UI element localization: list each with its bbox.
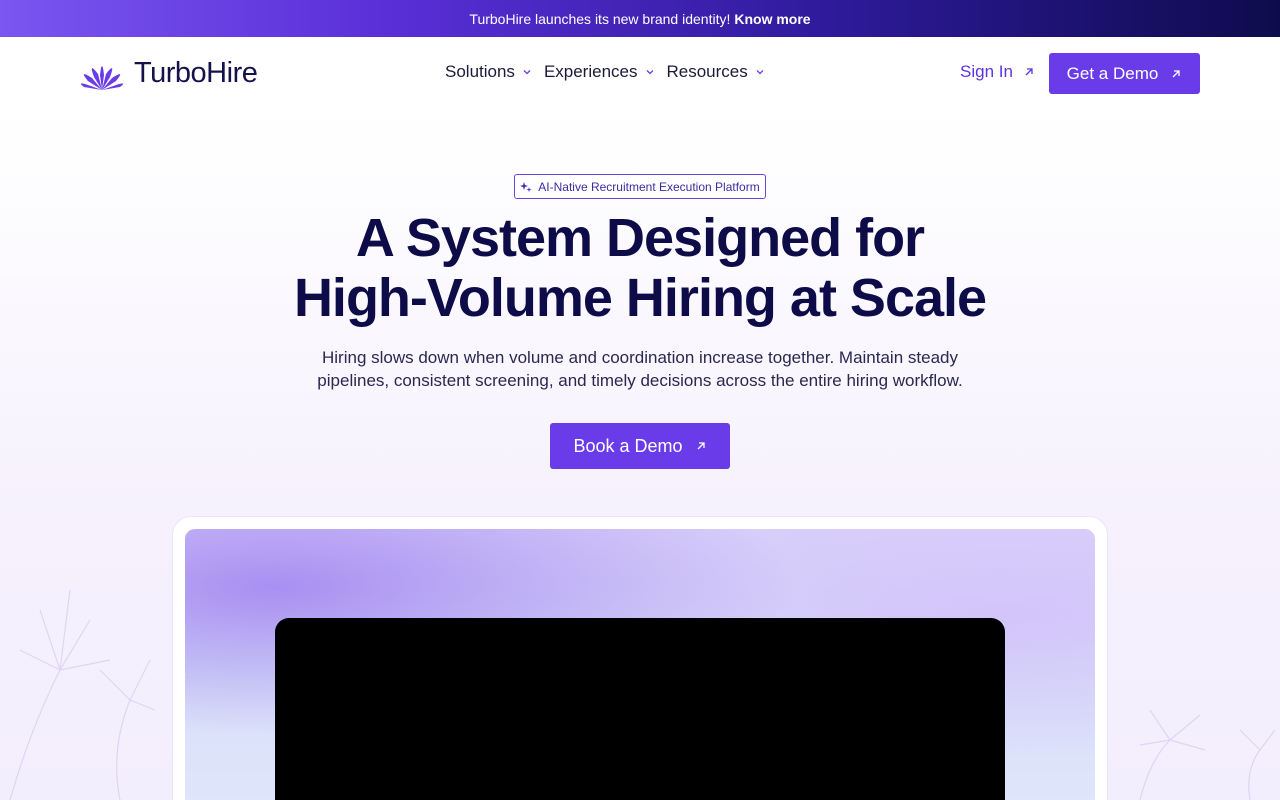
sign-in-link[interactable]: Sign In [960, 62, 1035, 82]
chevron-down-icon [646, 70, 653, 75]
arrow-up-right-icon [1025, 68, 1033, 76]
menu-resources[interactable]: Resources [667, 62, 765, 82]
menu-experiences[interactable]: Experiences [544, 62, 655, 82]
dandelion-decoration-icon [1139, 709, 1276, 800]
arrow-up-right-icon [697, 442, 705, 450]
get-demo-label: Get a Demo [1066, 63, 1159, 83]
platform-badge-text: AI-Native Recruitment Execution Platform [538, 179, 760, 194]
subtitle-line-1: Hiring slows down when volume and coordi… [322, 348, 958, 367]
sign-in-label: Sign In [960, 62, 1013, 81]
get-demo-button[interactable]: Get a Demo [1049, 53, 1200, 94]
title-line-2: High-Volume Hiring at Scale [293, 268, 987, 328]
burst-logo-icon [80, 66, 124, 90]
logo-text: TurboHire [134, 57, 258, 89]
platform-badge: AI-Native Recruitment Execution Platform [514, 174, 766, 199]
hero-section: AI-Native Recruitment Execution Platform… [0, 110, 1280, 800]
subtitle-line-2: pipelines, consistent screening, and tim… [317, 371, 963, 390]
menu-experiences-label: Experiences [543, 62, 638, 81]
sparkle-icon [520, 181, 532, 192]
logo[interactable]: TurboHire [80, 55, 258, 92]
menu-resources-label: Resources [666, 62, 748, 81]
hero-subtitle: Hiring slows down when volume and coordi… [0, 346, 1280, 392]
book-demo-label: Book a Demo [573, 435, 683, 456]
chevron-down-icon [756, 70, 764, 75]
menu-solutions[interactable]: Solutions [445, 62, 532, 82]
menu-solutions-label: Solutions [445, 62, 515, 81]
arrow-up-right-icon [1172, 69, 1180, 77]
top-navbar: TurboHire Solutions Experiences Resource… [0, 37, 1280, 110]
announcement-text: TurboHire launches its new brand identit… [469, 10, 731, 27]
main-menu: Solutions Experiences Resources [445, 62, 765, 82]
dandelion-decoration-icon [9, 589, 156, 800]
chevron-down-icon [523, 70, 531, 75]
video-player[interactable] [275, 618, 1005, 800]
title-line-1: A System Designed for [355, 208, 925, 268]
announcement-bar: TurboHire launches its new brand identit… [0, 0, 1280, 37]
book-demo-button[interactable]: Book a Demo [550, 423, 730, 469]
page-title: A System Designed for High-Volume Hiring… [0, 208, 1280, 328]
announcement-link[interactable]: Know more [734, 11, 810, 27]
